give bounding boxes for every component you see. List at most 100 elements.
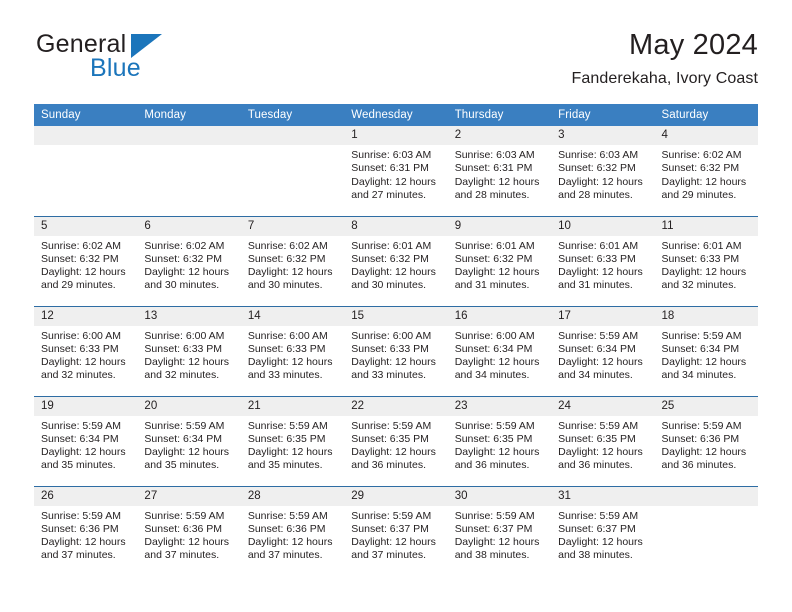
daylight-text-line1: Daylight: 12 hours — [144, 356, 230, 369]
day-number: 10 — [551, 216, 655, 236]
calendar-week-row: 12 Sunrise: 6:00 AM Sunset: 6:33 PM Dayligh… — [34, 305, 758, 396]
calendar-day-cell[interactable]: 27 Sunrise: 5:59 AM Sunset: 6:36 PM Dayligh… — [137, 485, 241, 576]
sunset-text: Sunset: 6:31 PM — [454, 162, 533, 175]
calendar-day-cell[interactable]: 8 Sunrise: 6:01 AM Sunset: 6:32 PM Daylight… — [344, 215, 448, 306]
page-title: May 2024 — [629, 29, 758, 61]
location-subtitle: Fanderekaha, Ivory Coast — [571, 70, 758, 87]
daylight-text-line2: and 34 minutes. — [661, 369, 737, 382]
weekday-header-wednesday: Wednesday — [344, 104, 448, 126]
calendar-day-cell[interactable]: 23 Sunrise: 5:59 AM Sunset: 6:35 PM Dayligh… — [447, 395, 552, 486]
sunrise-text: Sunrise: 5:59 AM — [558, 419, 639, 432]
day-number: 8 — [344, 216, 448, 236]
day-number-strip — [654, 486, 758, 506]
daylight-text-line2: and 36 minutes. — [558, 459, 633, 472]
daylight-text-line1: Daylight: 12 hours — [247, 446, 333, 459]
brand-name-blue: Blue — [90, 54, 141, 82]
sunset-text: Sunset: 6:32 PM — [247, 252, 326, 265]
day-details: Sunrise: 5:59 AM Sunset: 6:34 PM Daylight:… — [137, 416, 240, 473]
calendar-day-cell[interactable]: 19 Sunrise: 5:59 AM Sunset: 6:34 PM Dayligh… — [34, 395, 138, 486]
day-details: Sunrise: 6:01 AM Sunset: 6:32 PM Daylight:… — [344, 236, 447, 293]
daylight-text-line1: Daylight: 12 hours — [558, 356, 643, 369]
title-block: May 2024 Fanderekaha, Ivory Coast — [572, 28, 759, 90]
day-details: Sunrise: 5:59 AM Sunset: 6:34 PM Daylight:… — [551, 326, 654, 383]
day-number-strip — [34, 126, 138, 145]
calendar-day-cell[interactable]: 29 Sunrise: 5:59 AM Sunset: 6:37 PM Dayligh… — [344, 485, 448, 576]
calendar-day-cell[interactable]: 30 Sunrise: 5:59 AM Sunset: 6:37 PM Dayligh… — [447, 485, 552, 576]
day-number: 14 — [240, 306, 345, 326]
sunset-text: Sunset: 6:36 PM — [247, 522, 326, 535]
day-number: 15 — [344, 306, 448, 326]
sunset-text: Sunset: 6:35 PM — [558, 432, 636, 445]
weekday-header-tuesday: Tuesday — [240, 104, 345, 126]
calendar-day-cell[interactable]: 13 Sunrise: 6:00 AM Sunset: 6:33 PM Dayligh… — [137, 305, 241, 396]
calendar-day-cell[interactable]: 3 Sunrise: 6:03 AM Sunset: 6:32 PM Daylight… — [551, 126, 655, 216]
sunrise-text: Sunrise: 6:00 AM — [454, 329, 535, 342]
calendar-day-cell[interactable]: 14 Sunrise: 6:00 AM Sunset: 6:33 PM Dayligh… — [240, 305, 345, 396]
daylight-text-line2: and 36 minutes. — [661, 459, 737, 472]
day-details: Sunrise: 5:59 AM Sunset: 6:36 PM Daylight:… — [241, 506, 344, 563]
calendar-day-cell[interactable]: 20 Sunrise: 5:59 AM Sunset: 6:34 PM Dayligh… — [137, 395, 241, 486]
sunrise-text: Sunrise: 5:59 AM — [247, 419, 328, 432]
calendar-day-cell[interactable]: 24 Sunrise: 5:59 AM Sunset: 6:35 PM Dayligh… — [551, 395, 655, 486]
daylight-text-line2: and 35 minutes. — [41, 459, 116, 472]
daylight-text-line1: Daylight: 12 hours — [558, 446, 643, 459]
daylight-text-line1: Daylight: 12 hours — [454, 266, 540, 279]
daylight-text-line2: and 30 minutes. — [144, 279, 220, 292]
day-details: Sunrise: 6:01 AM Sunset: 6:33 PM Daylight:… — [655, 236, 758, 293]
day-details: Sunrise: 5:59 AM Sunset: 6:35 PM Daylight:… — [344, 416, 447, 473]
calendar-day-cell[interactable]: 2 Sunrise: 6:03 AM Sunset: 6:31 PM Daylight… — [447, 126, 552, 216]
day-details: Sunrise: 5:59 AM Sunset: 6:37 PM Daylight:… — [344, 506, 447, 563]
day-details: Sunrise: 6:00 AM Sunset: 6:33 PM Daylight:… — [241, 326, 344, 383]
day-number: 17 — [551, 306, 655, 326]
sunrise-text: Sunrise: 6:00 AM — [41, 329, 121, 342]
day-details: Sunrise: 6:02 AM Sunset: 6:32 PM Daylight:… — [137, 236, 240, 293]
calendar-day-cell[interactable]: 4 Sunrise: 6:02 AM Sunset: 6:32 PM Daylight… — [654, 126, 758, 216]
calendar-day-cell[interactable]: 1 Sunrise: 6:03 AM Sunset: 6:31 PM Daylight… — [344, 126, 448, 216]
daylight-text-line1: Daylight: 12 hours — [661, 175, 747, 188]
daylight-text-line1: Daylight: 12 hours — [454, 175, 540, 188]
calendar-day-cell[interactable]: 25 Sunrise: 5:59 AM Sunset: 6:36 PM Dayligh… — [654, 395, 758, 486]
calendar-day-cell[interactable]: 9 Sunrise: 6:01 AM Sunset: 6:32 PM Daylight… — [447, 215, 552, 306]
calendar-day-cell[interactable]: 12 Sunrise: 6:00 AM Sunset: 6:33 PM Dayligh… — [34, 305, 138, 396]
day-number: 30 — [447, 486, 552, 506]
sunrise-text: Sunrise: 6:02 AM — [144, 239, 225, 252]
daylight-text-line2: and 33 minutes. — [351, 369, 426, 382]
daylight-text-line1: Daylight: 12 hours — [41, 536, 126, 549]
calendar-day-cell[interactable]: 18 Sunrise: 5:59 AM Sunset: 6:34 PM Dayligh… — [654, 305, 758, 396]
calendar-day-cell[interactable]: 17 Sunrise: 5:59 AM Sunset: 6:34 PM Dayligh… — [551, 305, 655, 396]
day-details: Sunrise: 6:02 AM Sunset: 6:32 PM Daylight:… — [34, 236, 137, 293]
calendar-day-cell[interactable]: 16 Sunrise: 6:00 AM Sunset: 6:34 PM Dayligh… — [447, 305, 552, 396]
calendar-day-cell[interactable]: 15 Sunrise: 6:00 AM Sunset: 6:33 PM Dayligh… — [344, 305, 448, 396]
sunset-text: Sunset: 6:32 PM — [351, 252, 429, 265]
daylight-text-line2: and 27 minutes. — [351, 188, 426, 201]
calendar-day-cell[interactable]: 21 Sunrise: 5:59 AM Sunset: 6:35 PM Dayligh… — [240, 395, 345, 486]
calendar-day-cell[interactable]: 7 Sunrise: 6:02 AM Sunset: 6:32 PM Daylight… — [240, 215, 345, 306]
sunrise-text: Sunrise: 5:59 AM — [454, 419, 535, 432]
sunset-text: Sunset: 6:31 PM — [351, 162, 429, 175]
calendar-day-cell[interactable]: 22 Sunrise: 5:59 AM Sunset: 6:35 PM Dayligh… — [344, 395, 448, 486]
calendar-day-cell[interactable]: 26 Sunrise: 5:59 AM Sunset: 6:36 PM Dayligh… — [34, 485, 138, 576]
sunrise-text: Sunrise: 6:00 AM — [351, 329, 432, 342]
calendar-day-cell[interactable]: 6 Sunrise: 6:02 AM Sunset: 6:32 PM Daylight… — [137, 215, 241, 306]
calendar-page: General Blue May 2024 Fanderekaha, Ivory… — [0, 0, 792, 612]
day-details: Sunrise: 6:02 AM Sunset: 6:32 PM Daylight:… — [241, 236, 344, 293]
sunset-text: Sunset: 6:32 PM — [558, 162, 636, 175]
calendar-day-cell[interactable]: 11 Sunrise: 6:01 AM Sunset: 6:33 PM Dayligh… — [654, 215, 758, 306]
calendar-day-cell[interactable]: 28 Sunrise: 5:59 AM Sunset: 6:36 PM Dayligh… — [240, 485, 345, 576]
sunset-text: Sunset: 6:34 PM — [454, 342, 533, 355]
calendar-day-cell[interactable]: 10 Sunrise: 6:01 AM Sunset: 6:33 PM Dayligh… — [551, 215, 655, 306]
day-number: 26 — [34, 486, 138, 506]
calendar-body: 1 Sunrise: 6:03 AM Sunset: 6:31 PM Daylight… — [34, 126, 758, 576]
day-number: 2 — [447, 126, 552, 145]
day-number: 25 — [654, 396, 758, 416]
sunset-text: Sunset: 6:34 PM — [558, 342, 636, 355]
day-number: 4 — [654, 126, 758, 145]
calendar-day-cell[interactable]: 5 Sunrise: 6:02 AM Sunset: 6:32 PM Daylight… — [34, 215, 138, 306]
daylight-text-line2: and 37 minutes. — [144, 549, 220, 562]
daylight-text-line1: Daylight: 12 hours — [41, 266, 126, 279]
calendar-day-cell[interactable]: 31 Sunrise: 5:59 AM Sunset: 6:37 PM Dayligh… — [551, 485, 655, 576]
sunset-text: Sunset: 6:35 PM — [247, 432, 326, 445]
sunset-text: Sunset: 6:33 PM — [41, 342, 119, 355]
day-number: 11 — [654, 216, 758, 236]
daylight-text-line2: and 37 minutes. — [351, 549, 426, 562]
